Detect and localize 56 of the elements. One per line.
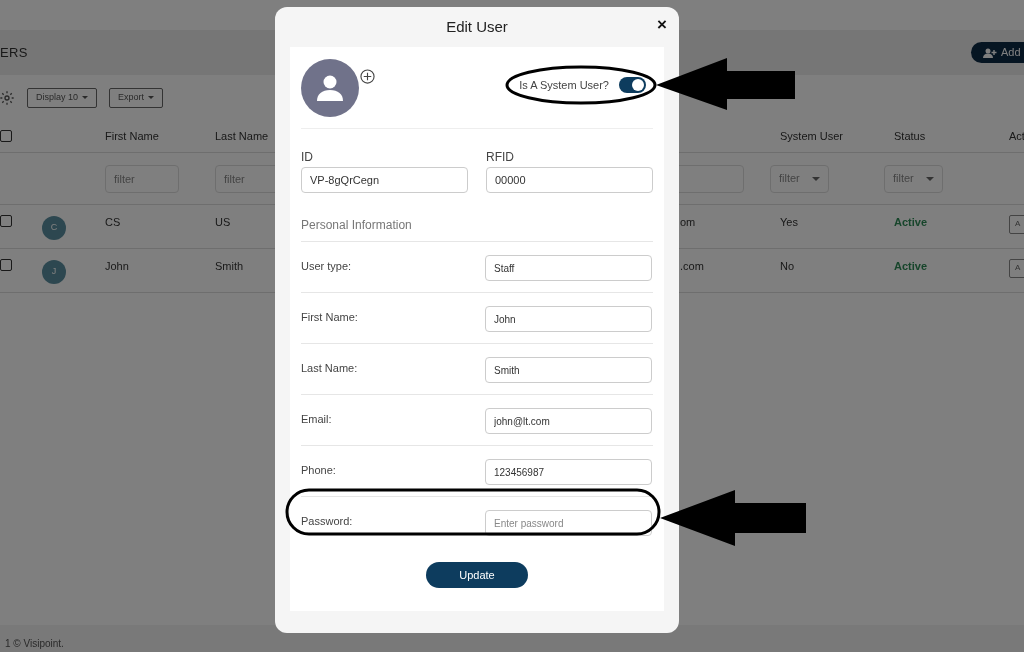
column-header: First Name <box>105 129 159 142</box>
field-label: ID <box>301 149 314 166</box>
export-dropdown[interactable]: Export <box>109 87 164 108</box>
filter-field[interactable]: filter <box>105 164 179 193</box>
toggle-switch[interactable] <box>619 77 646 94</box>
update-button[interactable]: Update <box>426 562 528 588</box>
avatar: J <box>42 260 66 284</box>
avatar: C <box>42 216 66 240</box>
table-cell: US <box>215 216 231 228</box>
input-field[interactable]: john@lt.com <box>485 408 652 434</box>
table-cell: om <box>680 216 696 228</box>
checkbox[interactable] <box>0 215 12 227</box>
settings-icon[interactable] <box>0 89 15 106</box>
column-header: Act <box>1009 129 1024 142</box>
caret-icon <box>926 176 934 181</box>
input-field[interactable]: Smith <box>485 357 652 383</box>
close-button[interactable]: × <box>657 16 667 33</box>
table-cell: Yes <box>780 216 798 228</box>
field-label: Email: <box>301 412 333 427</box>
field-label: Phone: <box>301 463 337 478</box>
dialog-title: Edit User <box>446 16 508 37</box>
field-label: RFID <box>486 149 515 166</box>
table-cell: John <box>105 260 129 272</box>
column-header: System User <box>780 129 843 142</box>
input-field[interactable]: Staff <box>485 255 652 281</box>
table-cell: Smith <box>215 260 244 272</box>
page-title: ERS <box>0 43 28 62</box>
field-label: User type: <box>301 259 353 274</box>
table-cell: CS <box>105 216 121 228</box>
input-field[interactable]: 00000 <box>486 167 653 193</box>
table-cell: .com <box>680 260 704 272</box>
input-field[interactable]: VP-8gQrCegn <box>301 167 468 193</box>
input-field[interactable]: Enter password <box>485 510 652 536</box>
field-label: Password: <box>301 514 354 529</box>
section-heading: Personal Information <box>301 218 412 232</box>
person-icon <box>316 75 344 101</box>
add-person-icon <box>983 47 997 58</box>
status-text: Active <box>894 216 928 228</box>
add-user-button[interactable]: Add <box>971 42 1024 63</box>
caret-icon <box>82 96 89 99</box>
caret-icon <box>148 96 155 99</box>
checkbox[interactable] <box>0 259 12 271</box>
checkbox[interactable] <box>0 130 12 142</box>
column-header: Status <box>894 129 926 142</box>
field-label: First Name: <box>301 310 359 325</box>
input-field[interactable]: 123456987 <box>485 459 652 485</box>
caret-icon <box>812 176 820 181</box>
input-field[interactable]: John <box>485 306 652 332</box>
status-text: Active <box>894 260 928 272</box>
footer-text: 1 © Visipoint. <box>5 637 64 651</box>
field-label: Last Name: <box>301 361 359 376</box>
display-dropdown[interactable]: Display 10 <box>27 87 98 108</box>
add-circle-icon[interactable] <box>360 69 375 84</box>
system-user-label: Is A System User? <box>519 78 609 93</box>
column-header: Last Name <box>215 129 269 142</box>
table-cell: No <box>780 260 795 272</box>
